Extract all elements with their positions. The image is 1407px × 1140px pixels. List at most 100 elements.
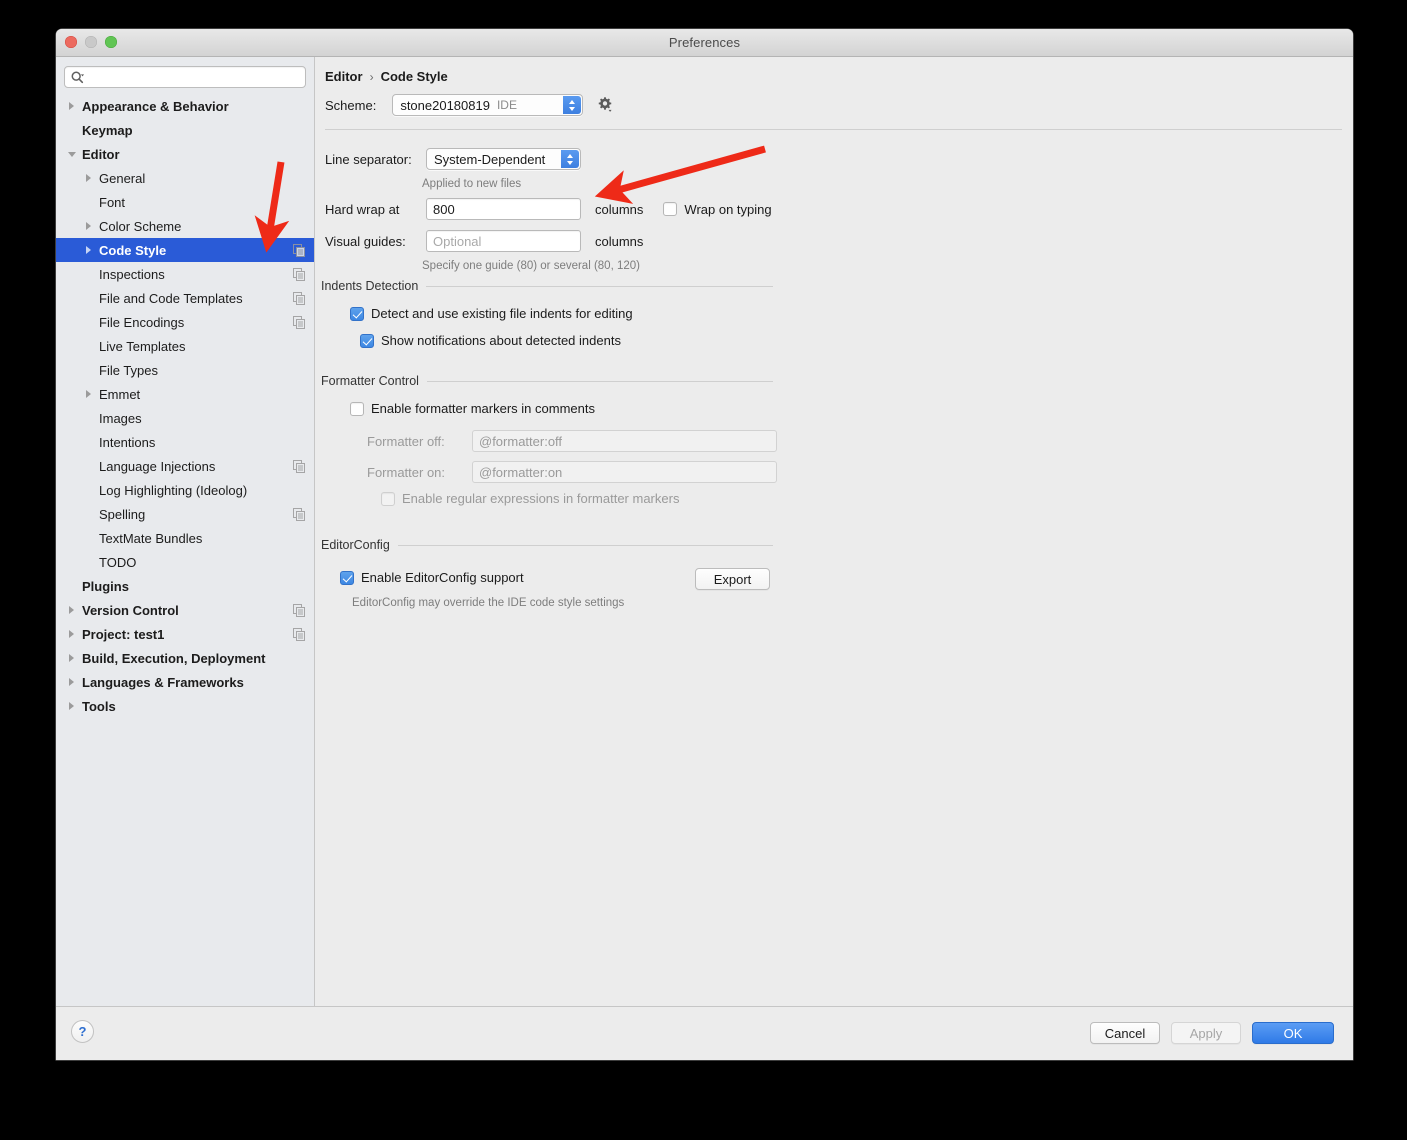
group-divider — [426, 285, 773, 287]
sidebar-item-keymap[interactable]: Keymap — [56, 118, 314, 142]
enable-editorconfig-checkbox[interactable] — [340, 570, 354, 585]
sidebar-item-file-types[interactable]: File Types — [56, 358, 314, 382]
sidebar-item-spelling[interactable]: Spelling — [56, 502, 314, 526]
sidebar-item-project-test1[interactable]: Project: test1 — [56, 622, 314, 646]
chevron-down-icon[interactable] — [66, 148, 79, 161]
hard-wrap-input[interactable] — [426, 198, 581, 220]
sidebar-item-font[interactable]: Font — [56, 190, 314, 214]
formatter-on-input[interactable] — [472, 461, 777, 483]
line-separator-stepper-icon[interactable] — [561, 150, 579, 168]
cancel-button[interactable]: Cancel — [1090, 1022, 1160, 1044]
sidebar-item-images[interactable]: Images — [56, 406, 314, 430]
sidebar-item-label: Plugins — [82, 578, 129, 594]
chevron-right-icon[interactable] — [83, 388, 96, 401]
sidebar-item-label: Images — [99, 410, 142, 426]
visual-guides-hint: Specify one guide (80) or several (80, 1… — [422, 260, 640, 272]
show-indent-notifications-checkbox[interactable] — [360, 333, 374, 348]
sidebar-item-languages-frameworks[interactable]: Languages & Frameworks — [56, 670, 314, 694]
line-separator-combobox[interactable]: System-Dependent — [426, 148, 581, 170]
sidebar-item-live-templates[interactable]: Live Templates — [56, 334, 314, 358]
formatter-off-input[interactable] — [472, 430, 777, 452]
footer-buttons: Cancel Apply OK — [1090, 1022, 1334, 1044]
chevron-right-icon[interactable] — [66, 652, 79, 665]
visual-guides-input[interactable] — [426, 230, 581, 252]
export-button[interactable]: Export — [695, 568, 770, 590]
help-button[interactable]: ? — [71, 1020, 94, 1043]
scheme-settings-gear-button[interactable] — [594, 94, 616, 116]
wrap-on-typing-checkbox[interactable] — [663, 202, 678, 216]
sidebar-item-textmate-bundles[interactable]: TextMate Bundles — [56, 526, 314, 550]
wrap-on-typing-label[interactable]: Wrap on typing — [684, 202, 771, 217]
breadcrumb-parent[interactable]: Editor — [325, 69, 363, 84]
scheme-scope: IDE — [496, 98, 517, 112]
sidebar-item-label: File and Code Templates — [99, 290, 243, 306]
sidebar-item-language-injections[interactable]: Language Injections — [56, 454, 314, 478]
enable-editorconfig-label[interactable]: Enable EditorConfig support — [361, 570, 524, 585]
chevron-right-icon[interactable] — [83, 220, 96, 233]
sidebar-item-label: Code Style — [99, 242, 167, 258]
scheme-combobox[interactable]: stone20180819 IDE — [392, 94, 584, 116]
close-button[interactable] — [65, 36, 77, 48]
sidebar-item-intentions[interactable]: Intentions — [56, 430, 314, 454]
chevron-right-icon[interactable] — [83, 172, 96, 185]
enable-regex-markers-checkbox[interactable] — [381, 491, 395, 506]
enable-formatter-markers-label[interactable]: Enable formatter markers in comments — [371, 401, 595, 416]
detect-indents-checkbox[interactable] — [350, 306, 364, 321]
indents-detection-group-header: Indents Detection — [321, 279, 773, 293]
sidebar-item-label: File Types — [99, 362, 159, 378]
sidebar-item-emmet[interactable]: Emmet — [56, 382, 314, 406]
enable-formatter-markers-checkbox[interactable] — [350, 401, 364, 416]
copy-icon[interactable] — [293, 315, 306, 329]
chevron-right-icon[interactable] — [66, 676, 79, 689]
enable-formatter-markers-row: Enable formatter markers in comments — [350, 401, 595, 416]
sidebar-item-inspections[interactable]: Inspections — [56, 262, 314, 286]
enable-editorconfig-row: Enable EditorConfig support — [340, 570, 524, 585]
sidebar-item-log-highlighting-ideolog[interactable]: Log Highlighting (Ideolog) — [56, 478, 314, 502]
breadcrumb: Editor › Code Style — [325, 69, 448, 84]
sidebar-item-general[interactable]: General — [56, 166, 314, 190]
breadcrumb-separator-icon: › — [369, 69, 374, 84]
chevron-right-icon[interactable] — [83, 244, 96, 257]
search-box[interactable] — [64, 66, 306, 88]
sidebar-item-tools[interactable]: Tools — [56, 694, 314, 718]
copy-icon[interactable] — [293, 627, 306, 641]
scheme-label: Scheme: — [325, 97, 377, 113]
sidebar-item-file-and-code-templates[interactable]: File and Code Templates — [56, 286, 314, 310]
enable-regex-markers-label[interactable]: Enable regular expressions in formatter … — [402, 491, 679, 506]
sidebar-item-plugins[interactable]: Plugins — [56, 574, 314, 598]
sidebar-item-build-execution-deployment[interactable]: Build, Execution, Deployment — [56, 646, 314, 670]
show-indent-notifications-label[interactable]: Show notifications about detected indent… — [381, 333, 621, 348]
apply-button[interactable]: Apply — [1171, 1022, 1241, 1044]
copy-icon[interactable] — [293, 507, 306, 521]
chevron-right-icon[interactable] — [66, 628, 79, 641]
formatter-control-group-header: Formatter Control — [321, 374, 773, 388]
sidebar-item-version-control[interactable]: Version Control — [56, 598, 314, 622]
copy-icon[interactable] — [293, 603, 306, 617]
search-input[interactable] — [85, 68, 300, 86]
copy-icon[interactable] — [293, 291, 306, 305]
sidebar-item-color-scheme[interactable]: Color Scheme — [56, 214, 314, 238]
scheme-stepper-icon[interactable] — [563, 96, 582, 114]
chevron-right-icon[interactable] — [66, 604, 79, 617]
chevron-right-icon[interactable] — [66, 100, 79, 113]
copy-icon[interactable] — [293, 267, 306, 281]
zoom-button[interactable] — [105, 36, 117, 48]
ok-button[interactable]: OK — [1252, 1022, 1334, 1044]
sidebar-item-todo[interactable]: TODO — [56, 550, 314, 574]
sidebar-item-file-encodings[interactable]: File Encodings — [56, 310, 314, 334]
sidebar-item-label: Emmet — [99, 386, 141, 402]
sidebar-item-code-style[interactable]: Code Style — [56, 238, 314, 262]
chevron-right-icon[interactable] — [66, 700, 79, 713]
sidebar-item-editor[interactable]: Editor — [56, 142, 314, 166]
copy-icon[interactable] — [293, 243, 306, 257]
minimize-button[interactable] — [85, 36, 97, 48]
sidebar-item-appearance-behavior[interactable]: Appearance & Behavior — [56, 94, 314, 118]
detect-indents-label[interactable]: Detect and use existing file indents for… — [371, 306, 633, 321]
copy-icon[interactable] — [293, 459, 306, 473]
editorconfig-title: EditorConfig — [321, 538, 390, 552]
